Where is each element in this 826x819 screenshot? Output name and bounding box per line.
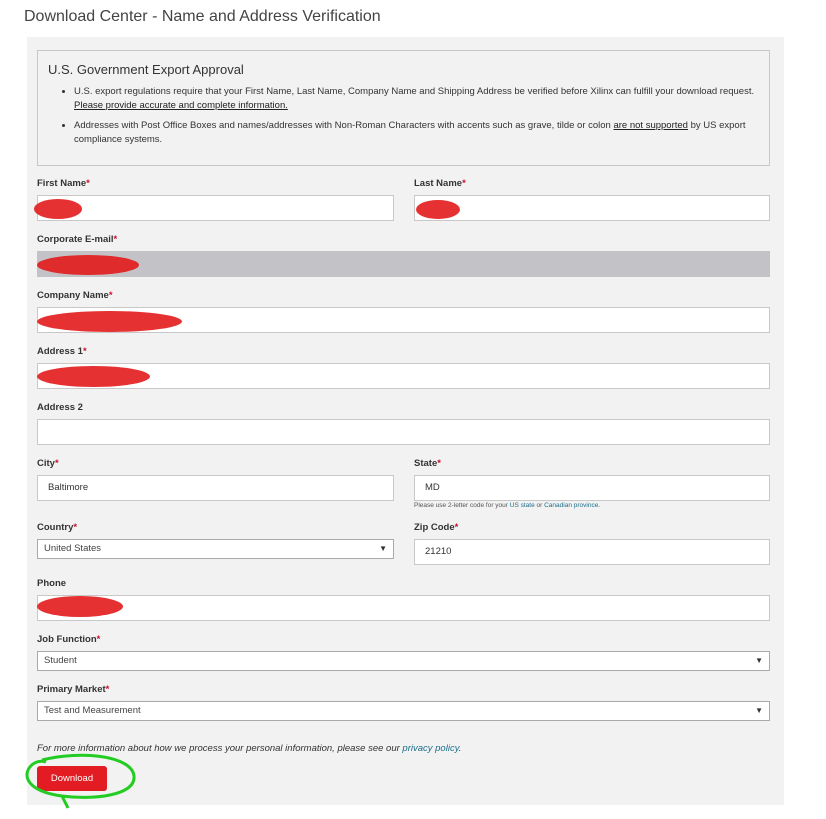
redaction-mark <box>34 199 82 219</box>
company-label: Company Name* <box>37 290 113 301</box>
email-label: Corporate E-mail* <box>37 234 118 245</box>
green-circle-annotation <box>25 753 136 809</box>
first-name-label: First Name* <box>37 178 90 189</box>
dropdown-arrow-icon: ▼ <box>755 656 763 665</box>
export-notice: U.S. Government Export Approval U.S. exp… <box>37 50 770 166</box>
redaction-mark <box>37 596 123 617</box>
dropdown-arrow-icon: ▼ <box>379 544 387 553</box>
page-title: Download Center - Name and Address Verif… <box>24 8 381 25</box>
city-input[interactable]: Baltimore <box>37 475 394 501</box>
state-hint: Please use 2-letter code for your US sta… <box>414 502 601 509</box>
notice-bullet-1: U.S. export regulations require that you… <box>74 85 768 113</box>
country-label: Country* <box>37 522 78 533</box>
privacy-policy-link[interactable]: privacy policy <box>402 743 458 754</box>
state-label: State* <box>414 458 441 469</box>
primary-market-select[interactable]: Test and Measurement ▼ <box>37 701 770 721</box>
redaction-mark <box>37 255 139 275</box>
job-function-select[interactable]: Student ▼ <box>37 651 770 671</box>
notice-bullet-2: Addresses with Post Office Boxes and nam… <box>74 119 768 147</box>
last-name-input[interactable] <box>414 195 770 221</box>
first-name-input[interactable] <box>37 195 394 221</box>
primary-market-label: Primary Market* <box>37 684 110 695</box>
job-function-label: Job Function* <box>37 634 101 645</box>
state-input[interactable]: MD <box>414 475 770 501</box>
address2-label: Address 2 <box>37 402 83 413</box>
country-select[interactable]: United States ▼ <box>37 539 394 559</box>
address1-label: Address 1* <box>37 346 87 357</box>
redaction-mark <box>416 200 460 219</box>
redaction-mark <box>37 311 182 332</box>
accuracy-note: Please provide accurate and complete inf… <box>74 100 288 111</box>
dropdown-arrow-icon: ▼ <box>755 706 763 715</box>
zip-input[interactable]: 21210 <box>414 539 770 565</box>
notice-heading: U.S. Government Export Approval <box>48 62 244 77</box>
phone-input[interactable] <box>37 595 770 621</box>
zip-label: Zip Code* <box>414 522 459 533</box>
us-state-link[interactable]: US state <box>510 502 535 509</box>
last-name-label: Last Name* <box>414 178 466 189</box>
city-label: City* <box>37 458 59 469</box>
email-input[interactable] <box>37 251 770 277</box>
phone-label: Phone <box>37 578 67 589</box>
canadian-province-link[interactable]: Canadian province. <box>544 502 600 509</box>
redaction-mark <box>37 366 150 387</box>
address2-input[interactable] <box>37 419 770 445</box>
